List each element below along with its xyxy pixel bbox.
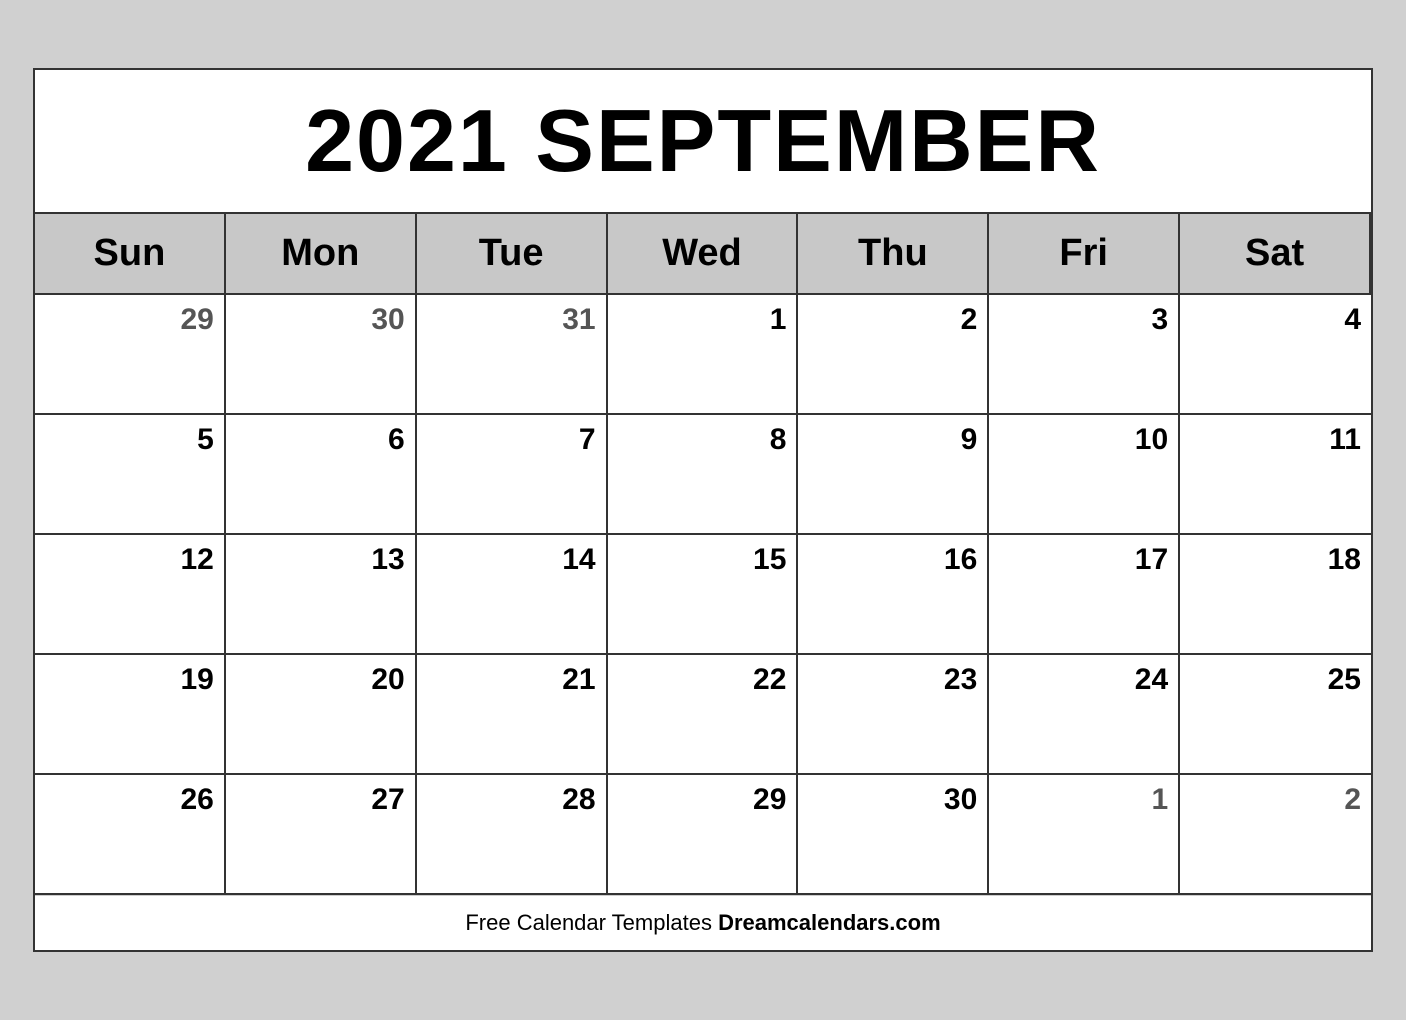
calendar-day-cell[interactable]: 27 (226, 775, 417, 895)
calendar-grid: SunMonTueWedThuFriSat2930311234567891011… (35, 214, 1371, 895)
calendar-day-cell[interactable]: 23 (798, 655, 989, 775)
calendar-day-cell[interactable]: 30 (226, 295, 417, 415)
calendar-day-cell[interactable]: 25 (1180, 655, 1371, 775)
footer-text-normal: Free Calendar Templates (465, 910, 718, 935)
calendar-day-cell[interactable]: 12 (35, 535, 226, 655)
calendar-day-cell[interactable]: 6 (226, 415, 417, 535)
calendar: 2021 SEPTEMBER SunMonTueWedThuFriSat2930… (33, 68, 1373, 952)
calendar-day-cell[interactable]: 11 (1180, 415, 1371, 535)
calendar-day-cell[interactable]: 29 (35, 295, 226, 415)
calendar-day-cell[interactable]: 20 (226, 655, 417, 775)
day-of-week-header: Sat (1180, 214, 1371, 295)
calendar-day-cell[interactable]: 1 (608, 295, 799, 415)
day-of-week-header: Tue (417, 214, 608, 295)
calendar-day-cell[interactable]: 21 (417, 655, 608, 775)
calendar-day-cell[interactable]: 15 (608, 535, 799, 655)
calendar-day-cell[interactable]: 2 (1180, 775, 1371, 895)
day-of-week-header: Thu (798, 214, 989, 295)
calendar-day-cell[interactable]: 26 (35, 775, 226, 895)
calendar-day-cell[interactable]: 5 (35, 415, 226, 535)
calendar-day-cell[interactable]: 18 (1180, 535, 1371, 655)
calendar-day-cell[interactable]: 1 (989, 775, 1180, 895)
day-of-week-header: Sun (35, 214, 226, 295)
calendar-day-cell[interactable]: 16 (798, 535, 989, 655)
calendar-day-cell[interactable]: 24 (989, 655, 1180, 775)
day-of-week-header: Fri (989, 214, 1180, 295)
footer-text-bold: Dreamcalendars.com (718, 910, 941, 935)
calendar-header: 2021 SEPTEMBER (35, 70, 1371, 214)
calendar-day-cell[interactable]: 7 (417, 415, 608, 535)
calendar-day-cell[interactable]: 10 (989, 415, 1180, 535)
day-of-week-header: Mon (226, 214, 417, 295)
calendar-footer: Free Calendar Templates Dreamcalendars.c… (35, 895, 1371, 950)
calendar-day-cell[interactable]: 31 (417, 295, 608, 415)
calendar-day-cell[interactable]: 19 (35, 655, 226, 775)
calendar-day-cell[interactable]: 22 (608, 655, 799, 775)
calendar-day-cell[interactable]: 3 (989, 295, 1180, 415)
calendar-day-cell[interactable]: 29 (608, 775, 799, 895)
calendar-day-cell[interactable]: 13 (226, 535, 417, 655)
calendar-day-cell[interactable]: 2 (798, 295, 989, 415)
calendar-day-cell[interactable]: 9 (798, 415, 989, 535)
calendar-day-cell[interactable]: 30 (798, 775, 989, 895)
calendar-day-cell[interactable]: 8 (608, 415, 799, 535)
calendar-day-cell[interactable]: 14 (417, 535, 608, 655)
calendar-day-cell[interactable]: 28 (417, 775, 608, 895)
day-of-week-header: Wed (608, 214, 799, 295)
calendar-day-cell[interactable]: 4 (1180, 295, 1371, 415)
calendar-title: 2021 SEPTEMBER (45, 90, 1361, 192)
calendar-day-cell[interactable]: 17 (989, 535, 1180, 655)
